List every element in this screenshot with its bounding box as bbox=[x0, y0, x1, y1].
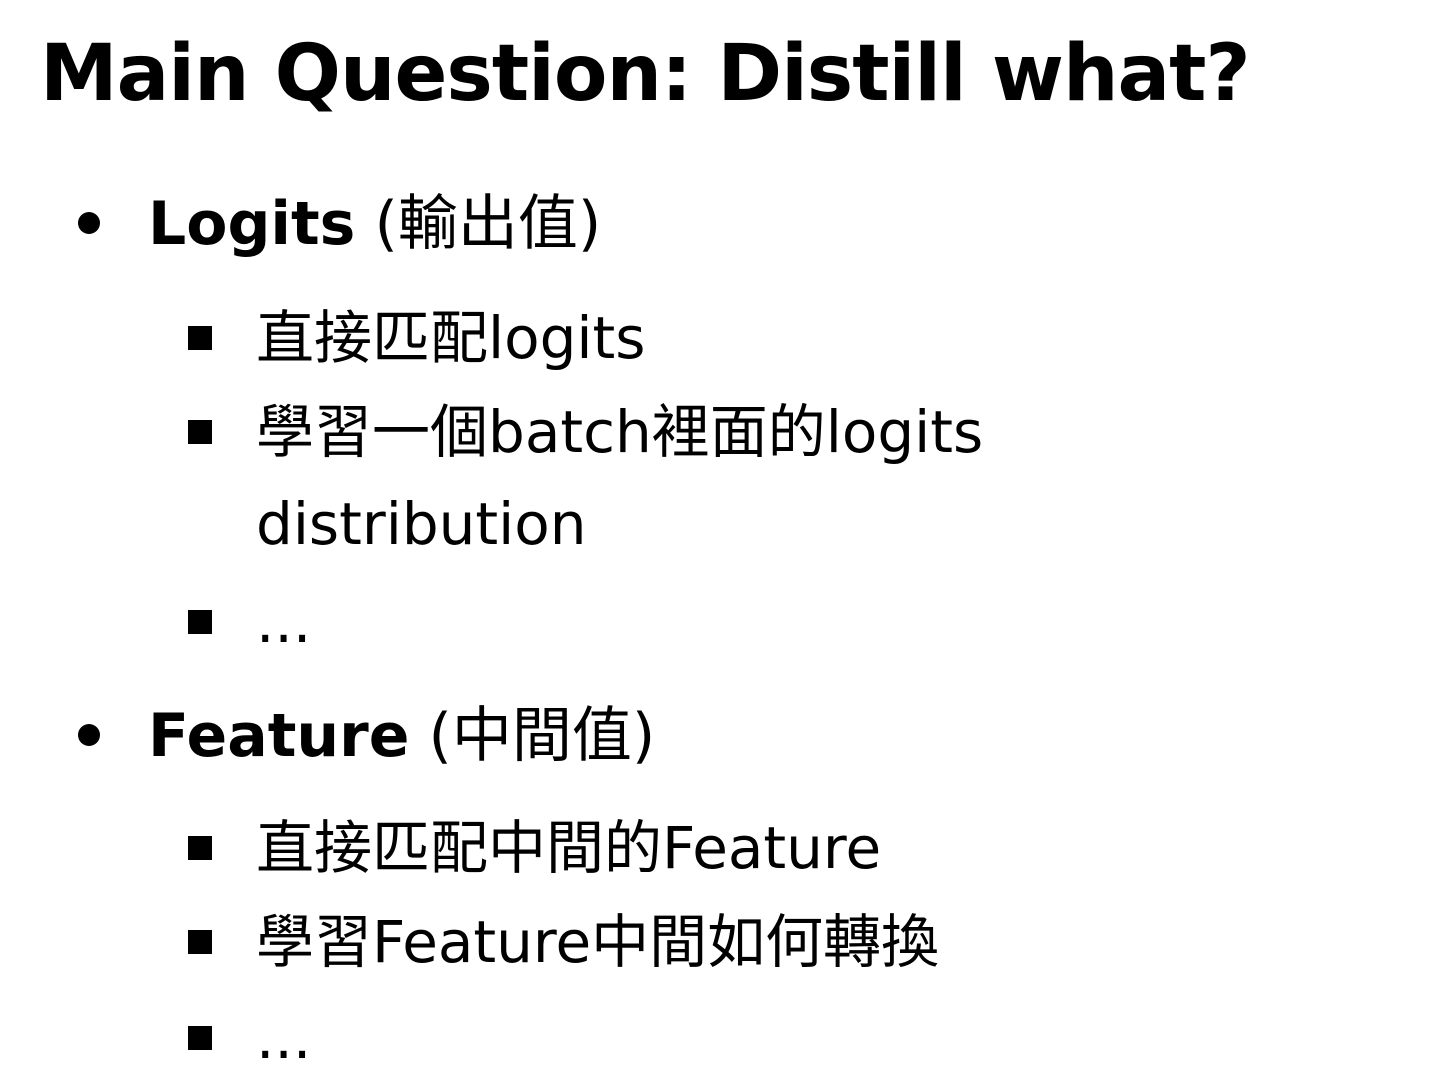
section-heading-term: Feature bbox=[148, 701, 410, 771]
slide: Main Question: Distill what? Logits (輸出值… bbox=[0, 0, 1432, 1082]
list-item-text: 學習Feature中間如何轉換 bbox=[256, 908, 940, 976]
square-bullet-icon bbox=[188, 420, 212, 444]
list-item-text: 直接匹配中間的Feature bbox=[256, 814, 882, 882]
square-bullet-icon bbox=[188, 930, 212, 954]
list-item-text: 直接匹配logits bbox=[256, 304, 646, 372]
square-bullet-icon bbox=[188, 836, 212, 860]
round-bullet-icon bbox=[78, 724, 100, 746]
list-item-text: 學習一個batch裡面的logits distribution bbox=[256, 398, 984, 558]
section-heading-term: Logits bbox=[148, 189, 356, 259]
list-item-text: ... bbox=[256, 588, 312, 656]
square-bullet-icon bbox=[188, 610, 212, 634]
section-heading-note: (輸出值) bbox=[374, 189, 602, 259]
section-heading-note: (中間值) bbox=[428, 701, 656, 771]
square-bullet-icon bbox=[188, 326, 212, 350]
section-heading-text: Feature (中間值) bbox=[148, 696, 655, 776]
slide-title: Main Question: Distill what? bbox=[40, 29, 1251, 119]
square-bullet-icon bbox=[188, 1026, 212, 1050]
section-heading-text: Logits (輸出值) bbox=[148, 184, 601, 264]
list-item-text: ... bbox=[256, 1004, 312, 1072]
round-bullet-icon bbox=[78, 212, 100, 234]
